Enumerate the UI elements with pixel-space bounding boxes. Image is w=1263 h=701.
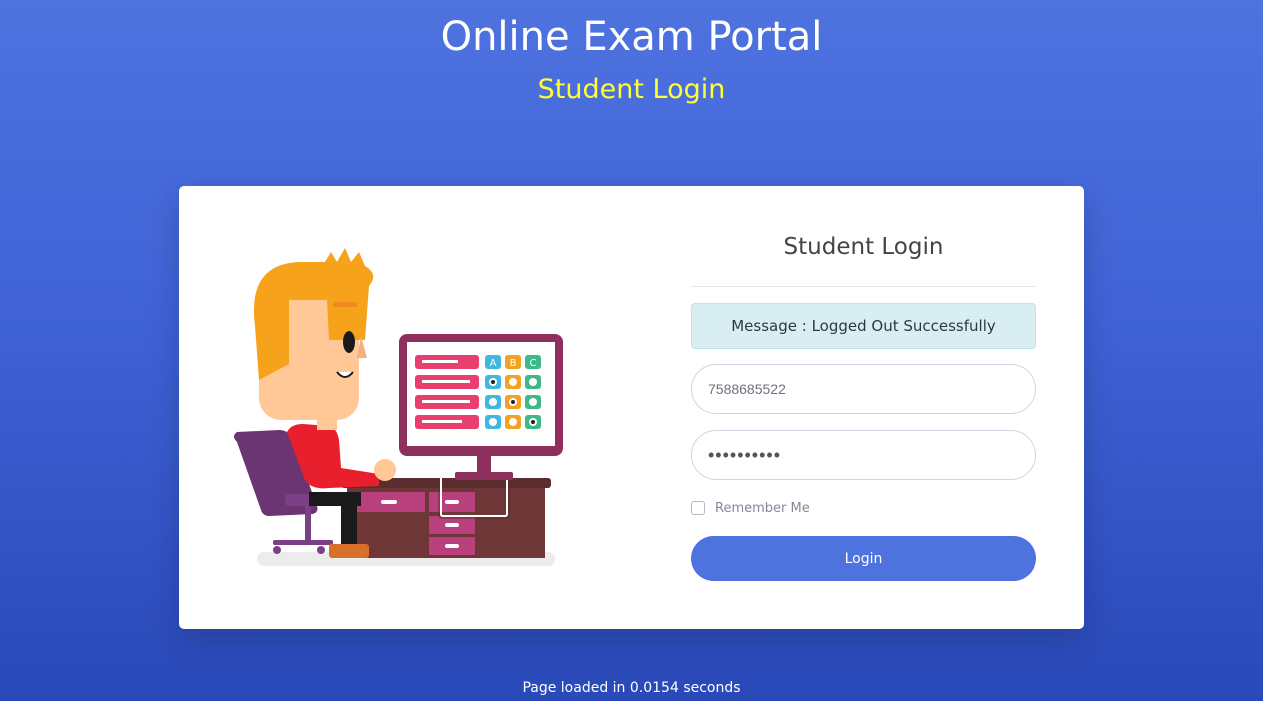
- option-a-label: A: [490, 358, 497, 369]
- remember-me-checkbox[interactable]: [691, 501, 705, 515]
- remember-me-label: Remember Me: [715, 500, 810, 516]
- logout-message-alert: Message : Logged Out Successfully: [691, 303, 1036, 349]
- student-at-computer-illustration: A B C: [234, 248, 563, 566]
- option-b-label: B: [510, 358, 517, 369]
- phone-input[interactable]: [691, 364, 1036, 414]
- portal-subtitle: Student Login: [537, 74, 726, 105]
- portal-title: Online Exam Portal: [440, 14, 823, 60]
- page-load-time: Page loaded in 0.0154 seconds: [522, 680, 741, 696]
- form-title: Student Login: [783, 234, 944, 260]
- remember-me[interactable]: Remember Me: [691, 499, 810, 517]
- login-card: A B C Student Login Message: Logged Out…: [179, 186, 1084, 629]
- divider: [691, 286, 1036, 287]
- password-input[interactable]: [691, 430, 1036, 480]
- login-button[interactable]: Login: [691, 536, 1036, 581]
- option-c-label: C: [530, 358, 537, 369]
